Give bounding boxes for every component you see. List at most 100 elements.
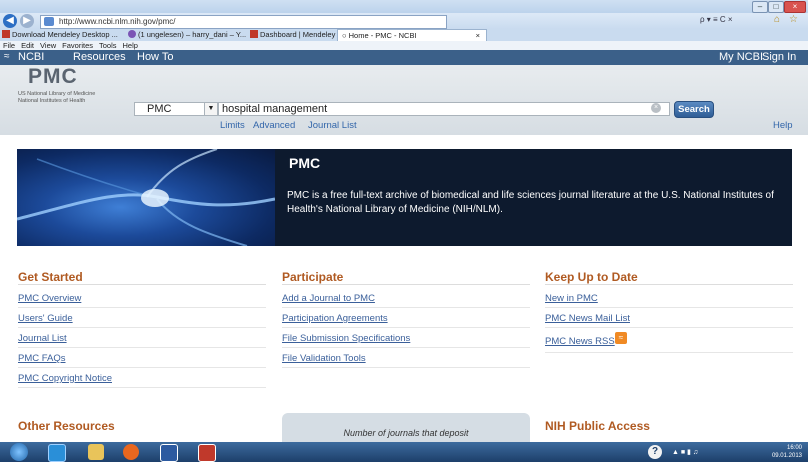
my-ncbi-link[interactable]: My NCBI — [719, 51, 763, 63]
logo-subtitle-nih: National Institutes of Health — [18, 98, 86, 104]
users-guide-link[interactable]: Users' Guide — [18, 313, 73, 324]
internet-explorer-icon[interactable] — [48, 444, 66, 462]
pmc-banner: PMC PMC is a free full-text archive of b… — [17, 149, 792, 246]
clock-time: 16:00 — [786, 445, 802, 451]
maximize-button[interactable]: □ — [768, 1, 784, 13]
divider — [18, 347, 266, 348]
journal-list-col-link[interactable]: Journal List — [18, 333, 67, 344]
divider — [282, 307, 530, 308]
tab-label: Home - PMC - NCBI — [348, 31, 417, 40]
database-select[interactable]: PMC ▼ — [134, 102, 218, 116]
ncbi-top-bar: ≈ NCBI Resources How To My NCBI Sign In — [0, 50, 808, 65]
nih-public-access-heading: NIH Public Access — [545, 419, 650, 433]
keep-up-heading: Keep Up to Date — [545, 270, 638, 284]
database-value: PMC — [147, 103, 172, 115]
clock-date: 09.01.2013 — [771, 453, 802, 459]
word-icon[interactable] — [160, 444, 178, 462]
chevron-down-icon: ▼ — [204, 103, 217, 115]
copyright-notice-link[interactable]: PMC Copyright Notice — [18, 373, 112, 384]
divider — [18, 367, 266, 368]
page-favicon-icon — [44, 17, 54, 26]
divider — [18, 327, 266, 328]
menu-view[interactable]: View — [40, 41, 56, 50]
menu-tools[interactable]: Tools — [99, 41, 117, 50]
mendeley-taskbar-icon[interactable] — [198, 444, 216, 462]
tab-mendeley-dashboard[interactable]: Dashboard | Mendeley — [250, 29, 340, 41]
howto-menu[interactable]: How To — [137, 51, 173, 63]
address-bar[interactable]: http://www.ncbi.nlm.nih.gov/pmc/ — [40, 15, 447, 29]
minimize-button[interactable]: – — [752, 1, 768, 13]
file-validation-tools-link[interactable]: File Validation Tools — [282, 353, 366, 364]
media-player-icon[interactable] — [123, 444, 139, 460]
divider — [282, 367, 530, 368]
rss-icon[interactable]: ≈ — [615, 332, 627, 344]
get-started-heading: Get Started — [18, 270, 83, 284]
yahoo-icon — [128, 30, 136, 38]
banner-title: PMC — [289, 155, 321, 171]
tab-label: Dashboard | Mendeley — [260, 30, 336, 39]
help-link[interactable]: Help — [773, 120, 793, 131]
clock[interactable]: 16:00 09.01.2013 — [772, 444, 802, 460]
favorites-star-icon[interactable]: ☆ — [789, 14, 798, 25]
menu-help[interactable]: Help — [123, 41, 138, 50]
limits-link[interactable]: Limits — [220, 120, 245, 131]
mendeley-icon — [250, 30, 258, 38]
url-text: http://www.ncbi.nlm.nih.gov/pmc/ — [59, 17, 176, 26]
divider — [282, 327, 530, 328]
help-icon[interactable]: ? — [648, 445, 662, 459]
participate-heading: Participate — [282, 270, 344, 284]
windows-taskbar: ? ▲ ■ ▮ ♫ 16:00 09.01.2013 — [0, 442, 808, 462]
journal-count-label: Number of journals that deposit — [343, 428, 469, 438]
tab-label: (1 ungelesen) – harry_dani – Y... — [138, 30, 247, 39]
sign-in-link[interactable]: Sign In — [762, 51, 796, 63]
search-input[interactable]: hospital management — [218, 102, 670, 116]
add-journal-link[interactable]: Add a Journal to PMC — [282, 293, 375, 304]
divider — [18, 284, 266, 285]
close-window-button[interactable]: × — [784, 1, 806, 13]
other-resources-heading: Other Resources — [18, 419, 115, 433]
resources-menu[interactable]: Resources — [73, 51, 126, 63]
ncbi-logo[interactable]: NCBI — [18, 51, 44, 63]
folder-icon[interactable] — [88, 444, 104, 460]
divider — [282, 347, 530, 348]
menu-edit[interactable]: Edit — [21, 41, 34, 50]
menu-file[interactable]: File — [3, 41, 15, 50]
file-submission-specs-link[interactable]: File Submission Specifications — [282, 333, 410, 344]
banner-description: PMC is a free full-text archive of biome… — [287, 190, 774, 215]
back-button[interactable]: ◀ — [3, 14, 17, 28]
participation-agreements-link[interactable]: Participation Agreements — [282, 313, 388, 324]
neuron-image — [17, 149, 275, 246]
news-mail-list-link[interactable]: PMC News Mail List — [545, 313, 630, 324]
divider — [545, 284, 793, 285]
pmc-overview-link[interactable]: PMC Overview — [18, 293, 81, 304]
new-in-pmc-link[interactable]: New in PMC — [545, 293, 598, 304]
pmc-logo[interactable]: PMC — [28, 65, 78, 89]
search-button[interactable]: Search — [674, 101, 714, 118]
browser-title-bar: – □ × — [0, 0, 808, 13]
menu-bar: File Edit View Favorites Tools Help — [0, 41, 808, 50]
start-button-icon[interactable] — [10, 443, 28, 461]
logo-subtitle-nlm: US National Library of Medicine — [18, 91, 96, 97]
tray-icons[interactable]: ▲ ■ ▮ ♫ — [672, 448, 698, 456]
address-row: ◀ ▶ http://www.ncbi.nlm.nih.gov/pmc/ ρ ▾… — [0, 13, 808, 29]
divider — [545, 307, 793, 308]
ncbi-logo-icon[interactable]: ≈ — [4, 51, 10, 62]
address-bar-tools[interactable]: ρ ▾ ≡ C × — [700, 15, 733, 24]
home-icon[interactable]: ⌂ — [774, 14, 780, 25]
mendeley-icon — [2, 30, 10, 38]
advanced-link[interactable]: Advanced — [253, 120, 295, 131]
menu-favorites[interactable]: Favorites — [62, 41, 93, 50]
neuron-illustration — [17, 149, 275, 246]
search-header: PMC US National Library of Medicine Nati… — [0, 65, 808, 135]
tab-label: Download Mendeley Desktop ... — [12, 30, 118, 39]
divider — [18, 307, 266, 308]
journal-list-link[interactable]: Journal List — [308, 120, 357, 131]
tab-mendeley-download[interactable]: Download Mendeley Desktop ... — [2, 29, 124, 41]
forward-button[interactable]: ▶ — [20, 14, 34, 28]
tab-bar: Download Mendeley Desktop ... (1 ungeles… — [0, 29, 808, 42]
pmc-faqs-link[interactable]: PMC FAQs — [18, 353, 66, 364]
clear-search-icon[interactable]: × — [651, 103, 661, 113]
tab-yahoo-mail[interactable]: (1 ungelesen) – harry_dani – Y... — [128, 29, 248, 41]
news-rss-link[interactable]: PMC News RSS — [545, 336, 615, 347]
divider — [282, 284, 530, 285]
